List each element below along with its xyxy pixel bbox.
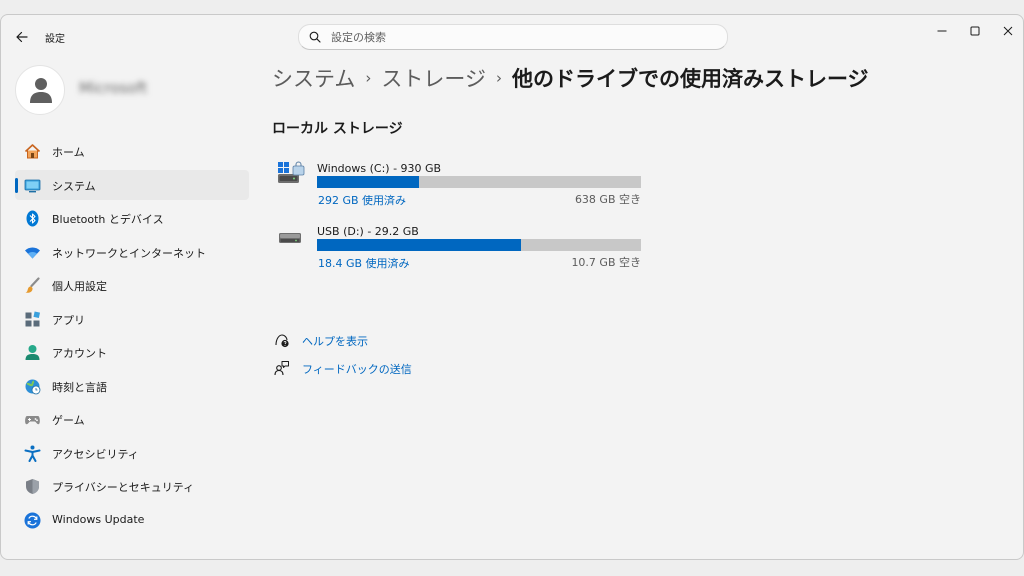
minimize-icon [937,30,947,32]
sidebar-item-label: アカウント [52,347,107,360]
free-space: 638 GB 空き [574,193,641,206]
minimize-button[interactable] [929,21,955,41]
sidebar-item-privacy-security[interactable]: プライバシーとセキュリティ [15,471,249,501]
brush-icon [25,277,40,293]
sidebar-item-network[interactable]: ネットワークとインターネット [15,237,249,267]
sidebar-item-label: Bluetooth とデバイス [52,213,164,226]
settings-window: 設定 Microsoft [0,14,1024,560]
accessibility-icon [24,445,41,462]
storage-bar [317,176,641,188]
breadcrumb-item-storage[interactable]: ストレージ [381,67,486,91]
avatar [15,65,65,115]
sidebar-item-label: ネットワークとインターネット [52,246,206,260]
sidebar-item-apps[interactable]: アプリ [15,304,249,334]
help-icon [275,334,289,348]
breadcrumb-separator: › [365,69,372,87]
breadcrumb-separator: › [495,69,502,87]
search-input[interactable] [331,28,711,46]
breadcrumb: システム › ストレージ › 他のドライブでの使用済みストレージ [272,63,869,93]
used-space: 292 GB 使用済み [318,194,407,207]
update-icon [24,512,41,528]
sidebar-item-time-language[interactable]: 時刻と言語 [15,371,249,401]
free-space: 10.7 GB 空き [571,256,641,269]
sidebar-item-bluetooth[interactable]: Bluetooth とデバイス [15,203,249,233]
give-feedback-label: フィードバックの送信 [302,363,412,376]
sidebar-item-label: 時刻と言語 [52,380,107,394]
back-button[interactable] [13,28,31,46]
system-icon [24,179,41,192]
user-name: Microsoft [79,79,148,97]
windows-drive-icon [278,161,305,183]
sidebar-item-personalization[interactable]: 個人用設定 [15,270,249,300]
wifi-icon [25,247,40,258]
title-bar: 設定 [1,15,1023,59]
globe-clock-icon [25,379,41,394]
usb-drive-icon [279,233,301,243]
sidebar-item-accounts[interactable]: アカウント [15,337,249,367]
search-box[interactable] [298,24,728,50]
sidebar-item-label: Windows Update [52,512,145,526]
apps-icon [25,310,41,326]
account-icon [25,345,40,360]
person-icon [30,78,52,103]
drive-usb-d[interactable]: USB (D:) - 29.2 GB 18.4 GB 使用済み 10.7 GB … [277,224,647,276]
feedback-icon [274,361,289,376]
sidebar-item-label: アクセシビリティ [52,447,139,461]
app-title: 設定 [45,34,65,45]
sidebar-item-system[interactable]: システム [15,169,249,200]
sidebar-item-accessibility[interactable]: アクセシビリティ [15,438,249,468]
close-button[interactable] [995,21,1021,41]
sidebar-item-label: アプリ [52,313,85,327]
sidebar-item-label: ゲーム [52,414,85,427]
sidebar-item-label: ホーム [52,146,85,159]
search-icon [309,31,321,43]
maximize-icon [970,26,980,36]
home-icon [24,144,41,159]
drive-name: USB (D:) - 29.2 GB [317,225,419,238]
sidebar-item-label: プライバシーとセキュリティ [52,481,195,494]
section-title: ローカル ストレージ [272,121,403,137]
sidebar-nav: ホーム システム Bluetooth とデバイス ネットワークとインターネット [15,136,249,538]
back-arrow-icon [16,31,28,43]
storage-bar [317,239,641,251]
shield-icon [26,479,39,494]
maximize-button[interactable] [962,21,988,41]
sidebar-item-home[interactable]: ホーム [15,136,249,166]
used-space: 18.4 GB 使用済み [318,257,410,270]
sidebar-item-windows-update[interactable]: Windows Update [15,505,249,535]
bluetooth-icon [26,210,39,227]
breadcrumb-item-system[interactable]: システム [272,67,355,91]
storage-bar-fill [317,176,419,188]
get-help-label: ヘルプを表示 [302,335,368,348]
drive-windows-c[interactable]: Windows (C:) - 930 GB 292 GB 使用済み 638 GB… [277,161,647,213]
sidebar-item-label: 個人用設定 [52,280,107,293]
sidebar-item-label: システム [52,179,96,193]
sidebar-item-gaming[interactable]: ゲーム [15,404,249,434]
gamepad-icon [25,416,40,425]
drive-name: Windows (C:) - 930 GB [317,162,442,175]
page-title: 他のドライブでの使用済みストレージ [511,67,869,91]
storage-bar-fill [317,239,522,251]
close-icon [1003,26,1013,36]
